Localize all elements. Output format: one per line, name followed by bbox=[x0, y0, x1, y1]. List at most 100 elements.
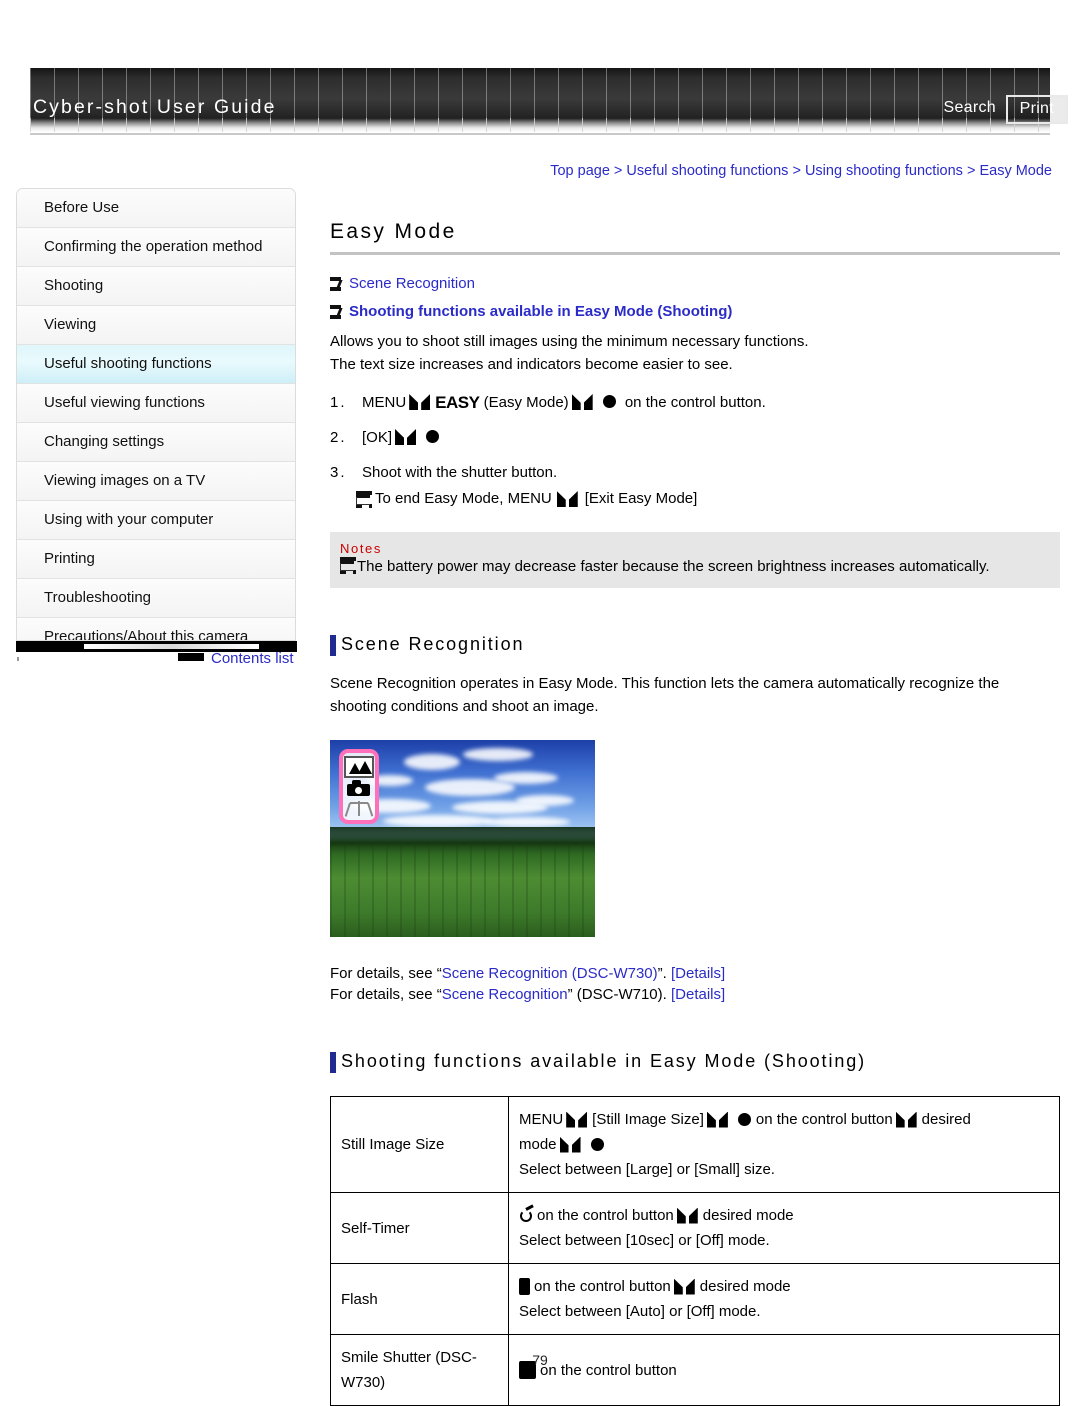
scene-recognition-photo-wrap bbox=[330, 740, 1060, 937]
table-row: Self-Timer on the control button desired … bbox=[330, 1192, 1060, 1264]
arrow-icon bbox=[673, 1278, 697, 1295]
site-header-fade bbox=[30, 118, 1050, 132]
step-1: 1. MENU EASY (Easy Mode) on the control b… bbox=[330, 390, 1060, 416]
details-2-pre: For details, see “ bbox=[330, 986, 442, 1003]
step-number: 2. bbox=[330, 429, 347, 446]
notes-text-row: The battery power may decrease faster be… bbox=[340, 557, 1048, 577]
scene-recognition-indicator-overlay bbox=[339, 749, 379, 824]
intro-line-2: The text size increases and indicators b… bbox=[330, 356, 733, 373]
field-furrows bbox=[330, 846, 595, 937]
jump-link-shooting-functions[interactable]: Shooting functions available in Easy Mod… bbox=[330, 303, 1060, 320]
notes-text: The battery power may decrease faster be… bbox=[357, 558, 990, 575]
details-1-tail-link[interactable]: [Details] bbox=[671, 965, 725, 982]
sidebar-item-viewing[interactable]: Viewing bbox=[17, 306, 295, 345]
sidebar-item-useful-shooting[interactable]: Useful shooting functions bbox=[17, 345, 295, 384]
sidebar-item-viewing-on-tv[interactable]: Viewing images on a TV bbox=[17, 462, 295, 501]
search-button[interactable]: Search bbox=[944, 99, 997, 117]
notes-label: Notes bbox=[340, 541, 382, 556]
step-3-substep: To end Easy Mode, MENU [Exit Easy Mode] bbox=[356, 486, 1060, 512]
cell-desired-mode: desired mode bbox=[699, 1278, 791, 1295]
cell-control-button-text: on the control button bbox=[534, 1278, 671, 1295]
step-1-post: on the control button. bbox=[624, 394, 766, 411]
step-2-ok-label: [OK] bbox=[362, 429, 393, 446]
scene-recognition-photo bbox=[330, 740, 595, 937]
details-1-pre: For details, see “ bbox=[330, 965, 442, 982]
sidebar-item-shooting[interactable]: Shooting bbox=[17, 267, 295, 306]
details-1-link[interactable]: Scene Recognition (DSC-W730) bbox=[442, 965, 658, 982]
cell-desired-mode: desired mode bbox=[702, 1207, 794, 1224]
table-row: Flash on the control button desired mode … bbox=[330, 1263, 1060, 1335]
sidebar-item-useful-viewing[interactable]: Useful viewing functions bbox=[17, 384, 295, 423]
square-bullet-icon bbox=[356, 490, 372, 508]
sidebar-item-troubleshooting[interactable]: Troubleshooting bbox=[17, 579, 295, 618]
row-label-still-image-size: Still Image Size bbox=[330, 1096, 509, 1193]
arrow-icon bbox=[566, 1111, 589, 1128]
arrow-icon bbox=[556, 491, 580, 507]
row-value-still-image-size: MENU [Still Image Size] on the control but… bbox=[508, 1096, 1060, 1193]
cell-select-between: Select between [Auto] or [Off] mode. bbox=[519, 1303, 761, 1320]
step-3: 3. Shoot with the shutter button. To end… bbox=[330, 460, 1060, 512]
control-button-center-icon bbox=[737, 1113, 751, 1126]
landscape-scene-icon bbox=[344, 756, 374, 778]
cell-menu-label: MENU bbox=[519, 1111, 564, 1128]
section-heading-scene-recognition: Scene Recognition bbox=[330, 634, 1060, 656]
control-button-center-icon bbox=[590, 1138, 604, 1151]
step-number: 1. bbox=[330, 394, 347, 411]
sidebar-item-using-with-computer[interactable]: Using with your computer bbox=[17, 501, 295, 540]
substep-pre: To end Easy Mode, MENU bbox=[375, 490, 552, 507]
table-row: Still Image Size MENU [Still Image Size] o… bbox=[330, 1096, 1060, 1193]
row-value-flash: on the control button desired mode Select… bbox=[508, 1263, 1060, 1335]
cell-control-button-text: on the control button bbox=[755, 1111, 893, 1128]
camera-icon bbox=[344, 780, 374, 797]
table-row: Smile Shutter (DSC-W730) on the control … bbox=[330, 1334, 1060, 1406]
sidebar-tick-mark bbox=[17, 657, 19, 661]
row-label-smile-shutter: Smile Shutter (DSC-W730) bbox=[330, 1334, 509, 1406]
scene-body-line-1: Scene Recognition operates in Easy Mode.… bbox=[330, 675, 1000, 692]
cell-select-between: Select between [10sec] or [Off] mode. bbox=[519, 1232, 770, 1249]
arrow-icon bbox=[676, 1207, 700, 1224]
sidebar-item-precautions[interactable]: Precautions/About this camera bbox=[17, 618, 295, 640]
page-number: 79 bbox=[532, 1352, 548, 1368]
arrow-icon bbox=[409, 394, 432, 410]
contents-list-link[interactable]: Contents list bbox=[178, 650, 294, 667]
control-button-center-icon bbox=[426, 430, 440, 443]
steps-list: 1. MENU EASY (Easy Mode) on the control b… bbox=[330, 390, 1060, 512]
details-1-mid: ”. bbox=[657, 965, 671, 982]
sidebar-item-confirming-operation[interactable]: Confirming the operation method bbox=[17, 228, 295, 267]
jump-link-scene-recognition[interactable]: Scene Recognition bbox=[330, 275, 1060, 292]
section-heading-shooting-functions: Shooting functions available in Easy Mod… bbox=[330, 1051, 1060, 1073]
intro-line-1: Allows you to shoot still images using t… bbox=[330, 333, 809, 350]
sidebar-item-changing-settings[interactable]: Changing settings bbox=[17, 423, 295, 462]
flash-icon bbox=[519, 1278, 530, 1295]
details-2-tail-link[interactable]: [Details] bbox=[671, 986, 725, 1003]
breadcrumb[interactable]: Top page > Useful shooting functions > U… bbox=[550, 163, 1052, 179]
step-text: MENU EASY (Easy Mode) on the control butt… bbox=[362, 390, 1060, 416]
print-button[interactable]: Print bbox=[1005, 95, 1068, 124]
step-2: 2. [OK] bbox=[330, 425, 1060, 451]
contents-list-icon bbox=[178, 653, 204, 661]
jump-arrow-icon bbox=[330, 276, 343, 291]
details-line-1: For details, see “Scene Recognition (DSC… bbox=[330, 963, 1060, 984]
main-content: Easy Mode Scene Recognition Shooting fun… bbox=[330, 188, 1060, 1406]
scene-body-line-2: shooting conditions and shoot an image. bbox=[330, 698, 599, 715]
step-text: Shoot with the shutter button. bbox=[362, 464, 558, 481]
row-value-smile-shutter: on the control button bbox=[508, 1334, 1060, 1406]
row-label-self-timer: Self-Timer bbox=[330, 1192, 509, 1264]
arrow-icon bbox=[559, 1136, 583, 1153]
sidebar-navigation: Before Use Confirming the operation meth… bbox=[16, 188, 296, 641]
scrollbar-thumb[interactable] bbox=[84, 644, 259, 649]
details-2-mid: ” (DSC-W710). bbox=[567, 986, 671, 1003]
step-number: 3. bbox=[330, 464, 347, 481]
substep-post: [Exit Easy Mode] bbox=[584, 490, 698, 507]
jump-arrow-icon bbox=[330, 304, 343, 319]
cell-still-image-size-label: [Still Image Size] bbox=[592, 1111, 704, 1128]
sidebar-item-before-use[interactable]: Before Use bbox=[17, 189, 295, 228]
details-2-link[interactable]: Scene Recognition bbox=[442, 986, 568, 1003]
arrow-icon bbox=[706, 1111, 730, 1128]
treeline bbox=[330, 826, 595, 847]
sidebar-item-printing[interactable]: Printing bbox=[17, 540, 295, 579]
easy-mode-logo: EASY bbox=[435, 393, 480, 412]
step-1-mid: (Easy Mode) bbox=[483, 394, 569, 411]
cell-select-between: Select between [Large] or [Small] size. bbox=[519, 1161, 775, 1178]
details-line-2: For details, see “Scene Recognition” (DS… bbox=[330, 984, 1060, 1005]
